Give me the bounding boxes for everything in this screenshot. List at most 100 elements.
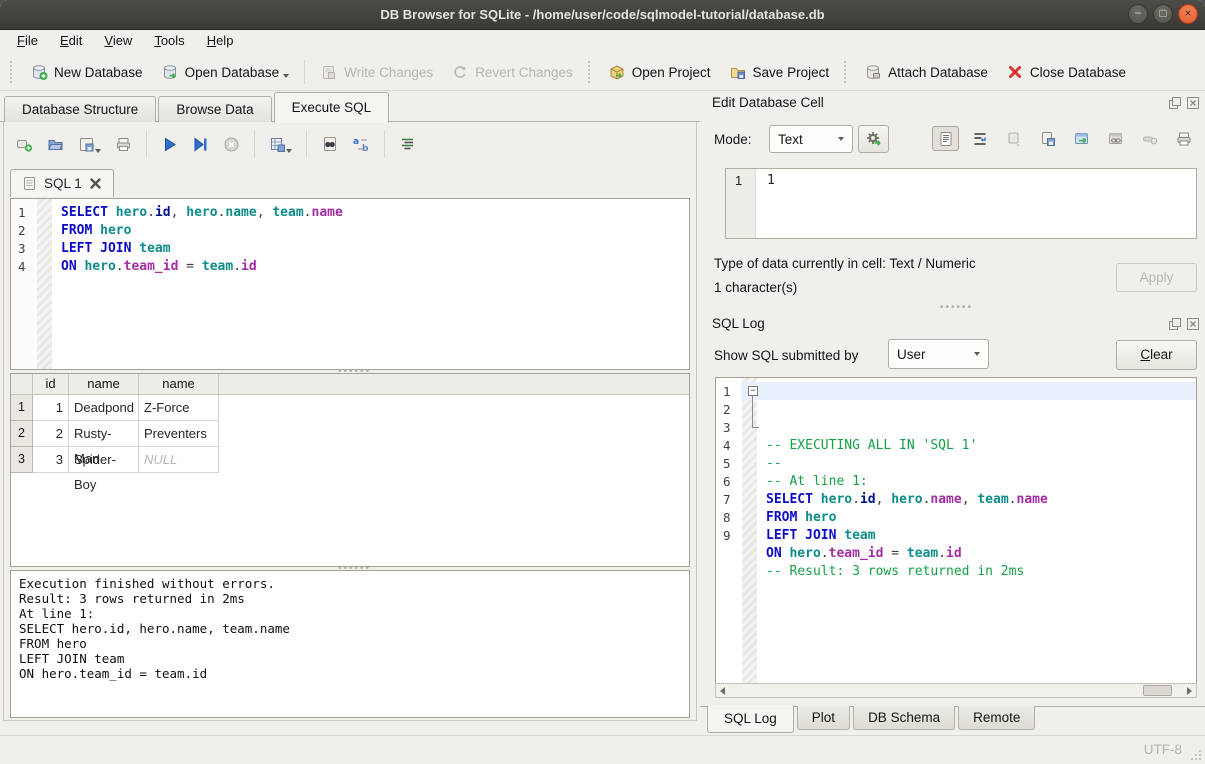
toolbar-handle[interactable] — [10, 61, 15, 83]
cell-content[interactable]: 1 — [756, 169, 775, 238]
log-horizontal-scrollbar[interactable] — [715, 683, 1197, 698]
write-changes-icon — [320, 63, 338, 81]
log-filter-select[interactable]: User — [888, 339, 989, 369]
stop-icon[interactable] — [223, 136, 240, 153]
set-null-icon[interactable] — [1136, 126, 1163, 151]
menu-view[interactable]: View — [93, 30, 143, 54]
scrollbar-thumb[interactable] — [1143, 685, 1172, 696]
chevron-down-icon — [838, 137, 844, 141]
new-tab-icon[interactable] — [16, 136, 33, 153]
replace-icon[interactable]: ab — [352, 136, 370, 153]
save-menu-caret[interactable] — [95, 149, 101, 153]
tab-browse-data[interactable]: Browse Data — [158, 96, 271, 122]
splitter-handle[interactable]: •••••• — [338, 369, 371, 375]
message-line: ON hero.team_id = team.id — [19, 666, 681, 681]
cell[interactable]: Deadpond — [69, 395, 139, 421]
fold-marker[interactable]: − — [748, 386, 758, 396]
export-data-icon[interactable] — [1034, 126, 1061, 151]
maximize-button[interactable]: □ — [1153, 4, 1173, 24]
save-project-button[interactable]: Save Project — [720, 58, 839, 86]
format-sql-icon[interactable] — [399, 136, 416, 153]
editor-code[interactable]: SELECT hero.id, hero.name, team.nameFROM… — [52, 199, 689, 369]
mode-select[interactable]: Text — [769, 125, 853, 153]
clear-log-button[interactable]: Clear — [1116, 340, 1197, 370]
print-cell-icon[interactable] — [1170, 126, 1197, 151]
header-corner[interactable] — [11, 374, 33, 394]
execute-all-icon[interactable] — [161, 136, 178, 153]
results-table: id name name 1 1 Deadpond Z-Force 2 2 Ru… — [10, 373, 690, 567]
save-results-caret[interactable] — [286, 149, 292, 153]
encoding-label: UTF-8 — [1144, 742, 1182, 757]
cell[interactable]: Spider-Boy — [69, 447, 139, 473]
text-mode-icon[interactable] — [932, 126, 959, 151]
close-dock-icon[interactable] — [1186, 96, 1200, 110]
word-wrap-icon[interactable] — [966, 126, 993, 151]
toolbar-handle[interactable] — [844, 61, 849, 83]
edit-cell-dock-title: Edit Database Cell — [712, 95, 824, 110]
open-database-menu-caret[interactable] — [283, 74, 289, 78]
column-header-name1[interactable]: name — [69, 374, 139, 394]
minimize-button[interactable]: − — [1128, 4, 1148, 24]
toolbar-separator — [254, 131, 255, 157]
cell-null[interactable]: NULL — [139, 447, 219, 473]
revert-changes-button[interactable]: Revert Changes — [442, 58, 582, 86]
new-database-button[interactable]: New Database — [21, 58, 152, 86]
open-project-button[interactable]: Open Project — [599, 58, 720, 86]
scroll-left-icon[interactable] — [718, 686, 728, 696]
row-header[interactable]: 1 — [11, 395, 33, 421]
open-sql-file-icon[interactable] — [47, 136, 64, 153]
toolbar-handle[interactable] — [588, 61, 593, 83]
attach-database-button[interactable]: Attach Database — [855, 58, 997, 86]
float-dock-icon[interactable] — [1168, 317, 1182, 331]
sql-log-view[interactable]: 123456789 -- EXECUTING ALL IN 'SQL 1'---… — [715, 377, 1197, 683]
log-code[interactable]: -- EXECUTING ALL IN 'SQL 1'---- At line … — [757, 378, 1196, 683]
close-button[interactable]: × — [1178, 4, 1198, 24]
find-icon[interactable] — [321, 136, 338, 153]
link-data-icon[interactable] — [1102, 126, 1129, 151]
cell[interactable]: Rusty-Man — [69, 421, 139, 447]
tab-plot[interactable]: Plot — [797, 706, 850, 730]
float-dock-icon[interactable] — [1168, 96, 1182, 110]
cell[interactable]: Preventers — [139, 421, 219, 447]
menu-edit[interactable]: Edit — [49, 30, 93, 54]
tab-database-structure[interactable]: Database Structure — [4, 96, 156, 122]
menu-help[interactable]: Help — [196, 30, 245, 54]
close-dock-icon[interactable] — [1186, 317, 1200, 331]
save-sql-file-button[interactable] — [78, 136, 101, 153]
tab-db-schema[interactable]: DB Schema — [853, 706, 955, 730]
cell[interactable]: 1 — [33, 395, 69, 421]
open-external-icon[interactable] — [1068, 126, 1095, 151]
splitter-handle[interactable]: •••••• — [338, 566, 371, 572]
execution-message[interactable]: Execution finished without errors.Result… — [10, 570, 690, 718]
sql-1-tab[interactable]: SQL 1 — [10, 169, 114, 197]
tab-sql-log[interactable]: SQL Log — [707, 705, 794, 733]
fold-line — [752, 396, 753, 427]
save-results-button[interactable] — [269, 136, 292, 153]
execute-line-icon[interactable] — [192, 136, 209, 153]
new-database-icon — [30, 63, 48, 81]
menu-file[interactable]: File — [6, 30, 49, 54]
write-changes-button[interactable]: Write Changes — [311, 58, 442, 86]
menu-tools[interactable]: Tools — [143, 30, 195, 54]
cell[interactable]: 2 — [33, 421, 69, 447]
mode-apply-button[interactable] — [858, 125, 889, 153]
titlebar[interactable]: DB Browser for SQLite - /home/user/code/… — [0, 0, 1205, 30]
cell[interactable]: 3 — [33, 447, 69, 473]
close-tab-icon[interactable] — [89, 177, 102, 190]
row-header[interactable]: 2 — [11, 421, 33, 447]
column-header-name2[interactable]: name — [139, 374, 219, 394]
cell[interactable]: Z-Force — [139, 395, 219, 421]
sql-editor[interactable]: 1234 SELECT hero.id, hero.name, team.nam… — [10, 198, 690, 370]
scroll-right-icon[interactable] — [1184, 686, 1194, 696]
row-header[interactable]: 3 — [11, 447, 33, 473]
close-database-button[interactable]: Close Database — [997, 58, 1135, 86]
tab-remote[interactable]: Remote — [958, 706, 1035, 730]
tab-execute-sql[interactable]: Execute SQL — [274, 92, 390, 123]
column-header-id[interactable]: id — [33, 374, 69, 394]
cell-editor[interactable]: 1 1 — [725, 168, 1197, 239]
print-icon[interactable] — [115, 136, 132, 153]
open-database-button[interactable]: Open Database — [152, 58, 299, 86]
splitter-handle[interactable]: •••••• — [940, 305, 973, 311]
import-data-icon[interactable] — [1000, 126, 1027, 151]
apply-button[interactable]: Apply — [1116, 263, 1197, 292]
